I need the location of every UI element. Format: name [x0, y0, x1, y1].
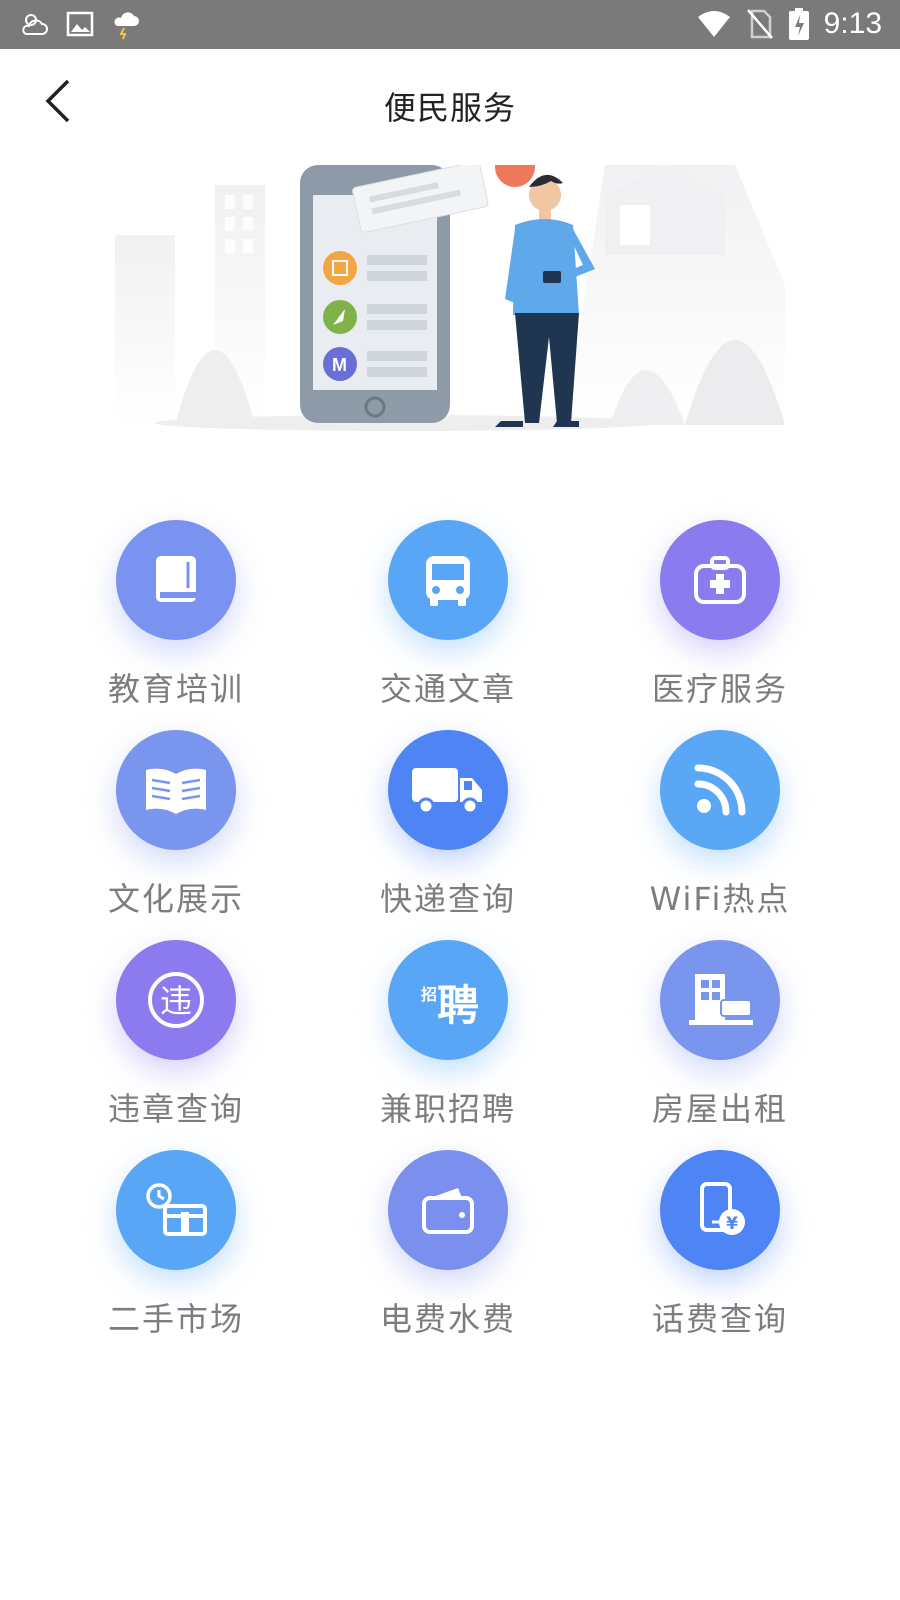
bus-icon — [388, 520, 508, 640]
image-icon — [66, 10, 94, 38]
book-icon — [116, 520, 236, 640]
status-time: 9:13 — [823, 7, 882, 40]
wallet-icon — [388, 1150, 508, 1270]
page-title: 便民服务 — [383, 89, 516, 127]
battery-charging-icon — [788, 7, 810, 41]
market-box-icon — [116, 1150, 236, 1270]
service-label: 文化展示 — [107, 880, 244, 918]
truck-icon — [388, 730, 508, 850]
service-second-hand[interactable]: 二手市场 — [40, 1150, 312, 1360]
open-book-icon — [116, 730, 236, 850]
service-label: 违章查询 — [107, 1090, 244, 1128]
recruit-icon: 招聘 — [388, 940, 508, 1060]
service-violation[interactable]: 违 违章查询 — [40, 940, 312, 1150]
service-label: 二手市场 — [107, 1300, 244, 1338]
service-label: 交通文章 — [379, 670, 516, 708]
service-traffic[interactable]: 交通文章 — [312, 520, 584, 730]
service-label: WiFi热点 — [649, 880, 791, 918]
service-culture[interactable]: 文化展示 — [40, 730, 312, 940]
service-recruit[interactable]: 招聘 兼职招聘 — [312, 940, 584, 1150]
wifi-icon — [696, 9, 732, 39]
violation-glyph: 违 — [160, 982, 192, 1020]
service-grid: 教育培训 交通文章 医疗服务 文化展示 快递查询 WiFi热点 违 违章查询 招… — [40, 520, 856, 1360]
service-label: 话费查询 — [651, 1300, 788, 1338]
svg-text:M: M — [332, 355, 347, 375]
recruit-big-glyph: 聘 — [437, 981, 479, 1030]
recruit-small-glyph: 招 — [421, 985, 437, 1004]
nav-bar: 便民服务 — [0, 49, 900, 157]
banner-illustration: M — [45, 165, 855, 433]
medical-kit-icon — [660, 520, 780, 640]
no-sim-icon — [746, 8, 774, 40]
service-label: 房屋出租 — [651, 1090, 788, 1128]
service-education[interactable]: 教育培训 — [40, 520, 312, 730]
cloud-sun-icon — [18, 8, 50, 40]
thunderstorm-icon — [110, 8, 142, 40]
status-bar: 9:13 — [0, 0, 900, 49]
phone-bill-icon: ¥ — [660, 1150, 780, 1270]
service-label: 医疗服务 — [651, 670, 788, 708]
service-label: 电费水费 — [379, 1300, 516, 1338]
service-phone-bill[interactable]: ¥ 话费查询 — [584, 1150, 856, 1360]
currency-glyph: ¥ — [726, 1214, 738, 1234]
service-house-rent[interactable]: 房屋出租 — [584, 940, 856, 1150]
service-medical[interactable]: 医疗服务 — [584, 520, 856, 730]
wifi-signal-icon — [660, 730, 780, 850]
violation-icon: 违 — [116, 940, 236, 1060]
house-rent-icon — [660, 940, 780, 1060]
service-label: 快递查询 — [379, 880, 516, 918]
service-label: 教育培训 — [107, 670, 244, 708]
service-utility-bill[interactable]: 电费水费 — [312, 1150, 584, 1360]
service-label: 兼职招聘 — [379, 1090, 516, 1128]
service-wifi[interactable]: WiFi热点 — [584, 730, 856, 940]
service-express[interactable]: 快递查询 — [312, 730, 584, 940]
